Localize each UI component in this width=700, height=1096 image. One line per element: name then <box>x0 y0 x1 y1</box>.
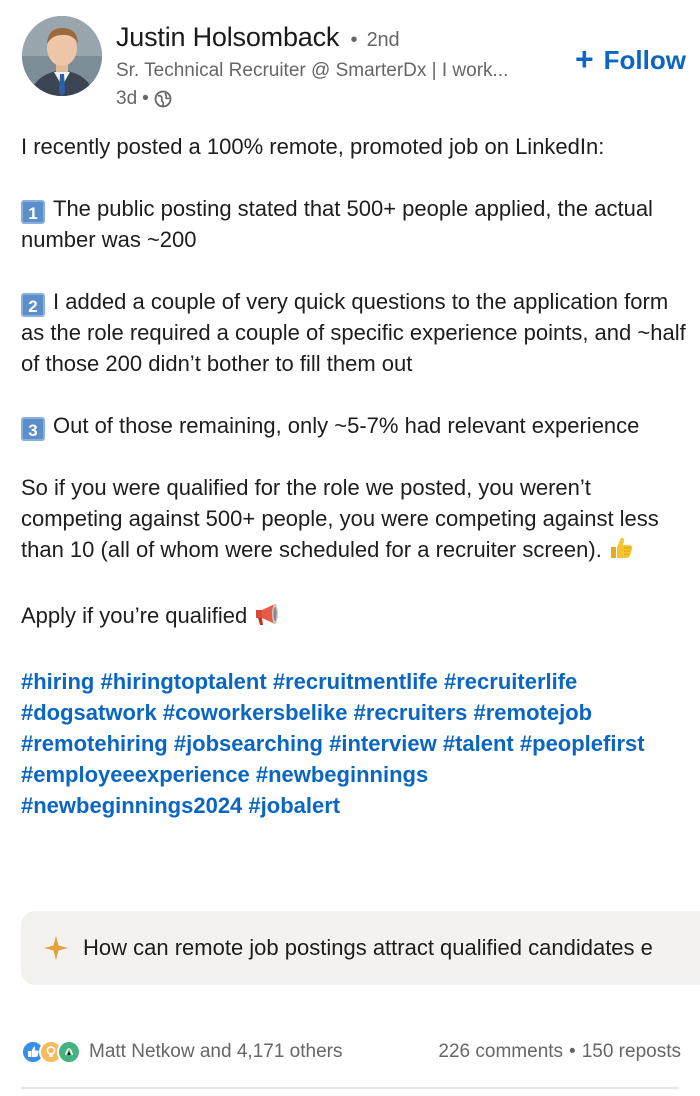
author-name[interactable]: Justin Holsomback <box>116 22 339 52</box>
action-divider <box>21 1087 679 1089</box>
hashtag-link[interactable]: #recruiters <box>354 700 468 725</box>
hashtag-link[interactable]: #jobalert <box>248 793 340 818</box>
hashtag-link[interactable]: #interview <box>329 731 437 756</box>
post-conclusion: So if you were qualified for the role we… <box>21 472 691 569</box>
name-separator: • <box>350 29 358 51</box>
keycap-2-icon: 2 <box>21 293 45 317</box>
hashtag-link[interactable]: #dogsatwork <box>21 700 157 725</box>
megaphone-icon <box>253 601 283 635</box>
thumbs-up-icon <box>608 535 634 569</box>
keycap-1-icon: 1 <box>21 200 45 224</box>
follow-label: Follow <box>603 44 686 75</box>
hashtag-link[interactable]: #recruiterlife <box>444 669 577 694</box>
cta-text: Apply if you’re qualified <box>21 603 248 628</box>
globe-icon <box>154 90 172 108</box>
comments-count[interactable]: 226 comments <box>438 1041 563 1063</box>
point-2-text: I added a couple of very quick questions… <box>21 289 686 376</box>
hashtag-link[interactable]: #coworkersbelike <box>163 700 348 725</box>
point-3: 3 Out of those remaining, only ~5-7% had … <box>21 410 691 441</box>
author-headline[interactable]: Sr. Technical Recruiter @ SmarterDx | I … <box>116 60 536 82</box>
point-1-text: The public posting stated that 500+ peop… <box>21 196 653 252</box>
hashtag-line: #newbeginnings2024 #jobalert <box>21 790 691 821</box>
reactors-summary[interactable]: Matt Netkow and 4,171 others <box>89 1041 342 1063</box>
reposts-count[interactable]: 150 reposts <box>582 1041 681 1063</box>
hashtag-link[interactable]: #peoplefirst <box>520 731 645 756</box>
point-2: 2I added a couple of very quick question… <box>21 286 691 379</box>
plus-icon: + <box>574 40 594 77</box>
hashtag-list: #hiring #hiringtoptalent #recruitmentlif… <box>21 666 691 821</box>
hashtag-link[interactable]: #recruitmentlife <box>273 669 438 694</box>
post-meta: 3d • <box>116 88 172 110</box>
author-name-line[interactable]: Justin Holsomback • 2nd <box>116 22 400 53</box>
hashtag-link[interactable]: #jobsearching <box>174 731 323 756</box>
hashtag-link[interactable]: #remotehiring <box>21 731 168 756</box>
hashtag-link[interactable]: #remotejob <box>474 700 593 725</box>
social-counts: Matt Netkow and 4,171 others 226 comment… <box>21 1034 681 1070</box>
conclusion-text: So if you were qualified for the role we… <box>21 475 659 562</box>
hashtag-link[interactable]: #employeeexperience <box>21 762 250 787</box>
hashtag-line: #remotehiring #jobsearching #interview #… <box>21 728 691 759</box>
engagement-counts: 226 comments • 150 reposts <box>438 1041 681 1063</box>
connection-degree: 2nd <box>366 29 400 51</box>
post-cta: Apply if you’re qualified <box>21 600 691 635</box>
point-1: 1 The public posting stated that 500+ peo… <box>21 193 691 255</box>
post-time: 3d <box>116 88 138 109</box>
hashtag-link[interactable]: #talent <box>443 731 514 756</box>
keycap-3-icon: 3 <box>21 417 45 441</box>
hashtag-line: #employeeexperience #newbeginnings <box>21 759 691 790</box>
post-text: I recently posted a 100% remote, promote… <box>21 131 691 821</box>
author-avatar[interactable] <box>22 16 102 96</box>
hashtag-link[interactable]: #newbeginnings <box>256 762 428 787</box>
post-intro: I recently posted a 100% remote, promote… <box>21 134 605 159</box>
hashtag-link[interactable]: #newbeginnings2024 <box>21 793 242 818</box>
point-3-text: Out of those remaining, only ~5-7% had r… <box>53 413 640 438</box>
reaction-icons[interactable] <box>21 1040 81 1064</box>
meta-separator: • <box>142 88 149 109</box>
ai-prompt-text: How can remote job postings attract qual… <box>83 935 653 960</box>
celebrate-icon <box>57 1040 81 1064</box>
follow-button[interactable]: + Follow <box>575 40 686 80</box>
engagement-separator: • <box>569 1041 576 1062</box>
post-header: Justin Holsomback • 2nd Sr. Technical Re… <box>0 0 700 120</box>
hashtag-link[interactable]: #hiring <box>21 669 94 694</box>
hashtag-line: #dogsatwork #coworkersbelike #recruiters… <box>21 697 691 728</box>
hashtag-line: #hiring #hiringtoptalent #recruitmentlif… <box>21 666 691 697</box>
hashtag-link[interactable]: #hiringtoptalent <box>100 669 266 694</box>
sparkle-icon <box>43 935 69 961</box>
ai-prompt-card[interactable]: How can remote job postings attract qual… <box>21 911 700 985</box>
